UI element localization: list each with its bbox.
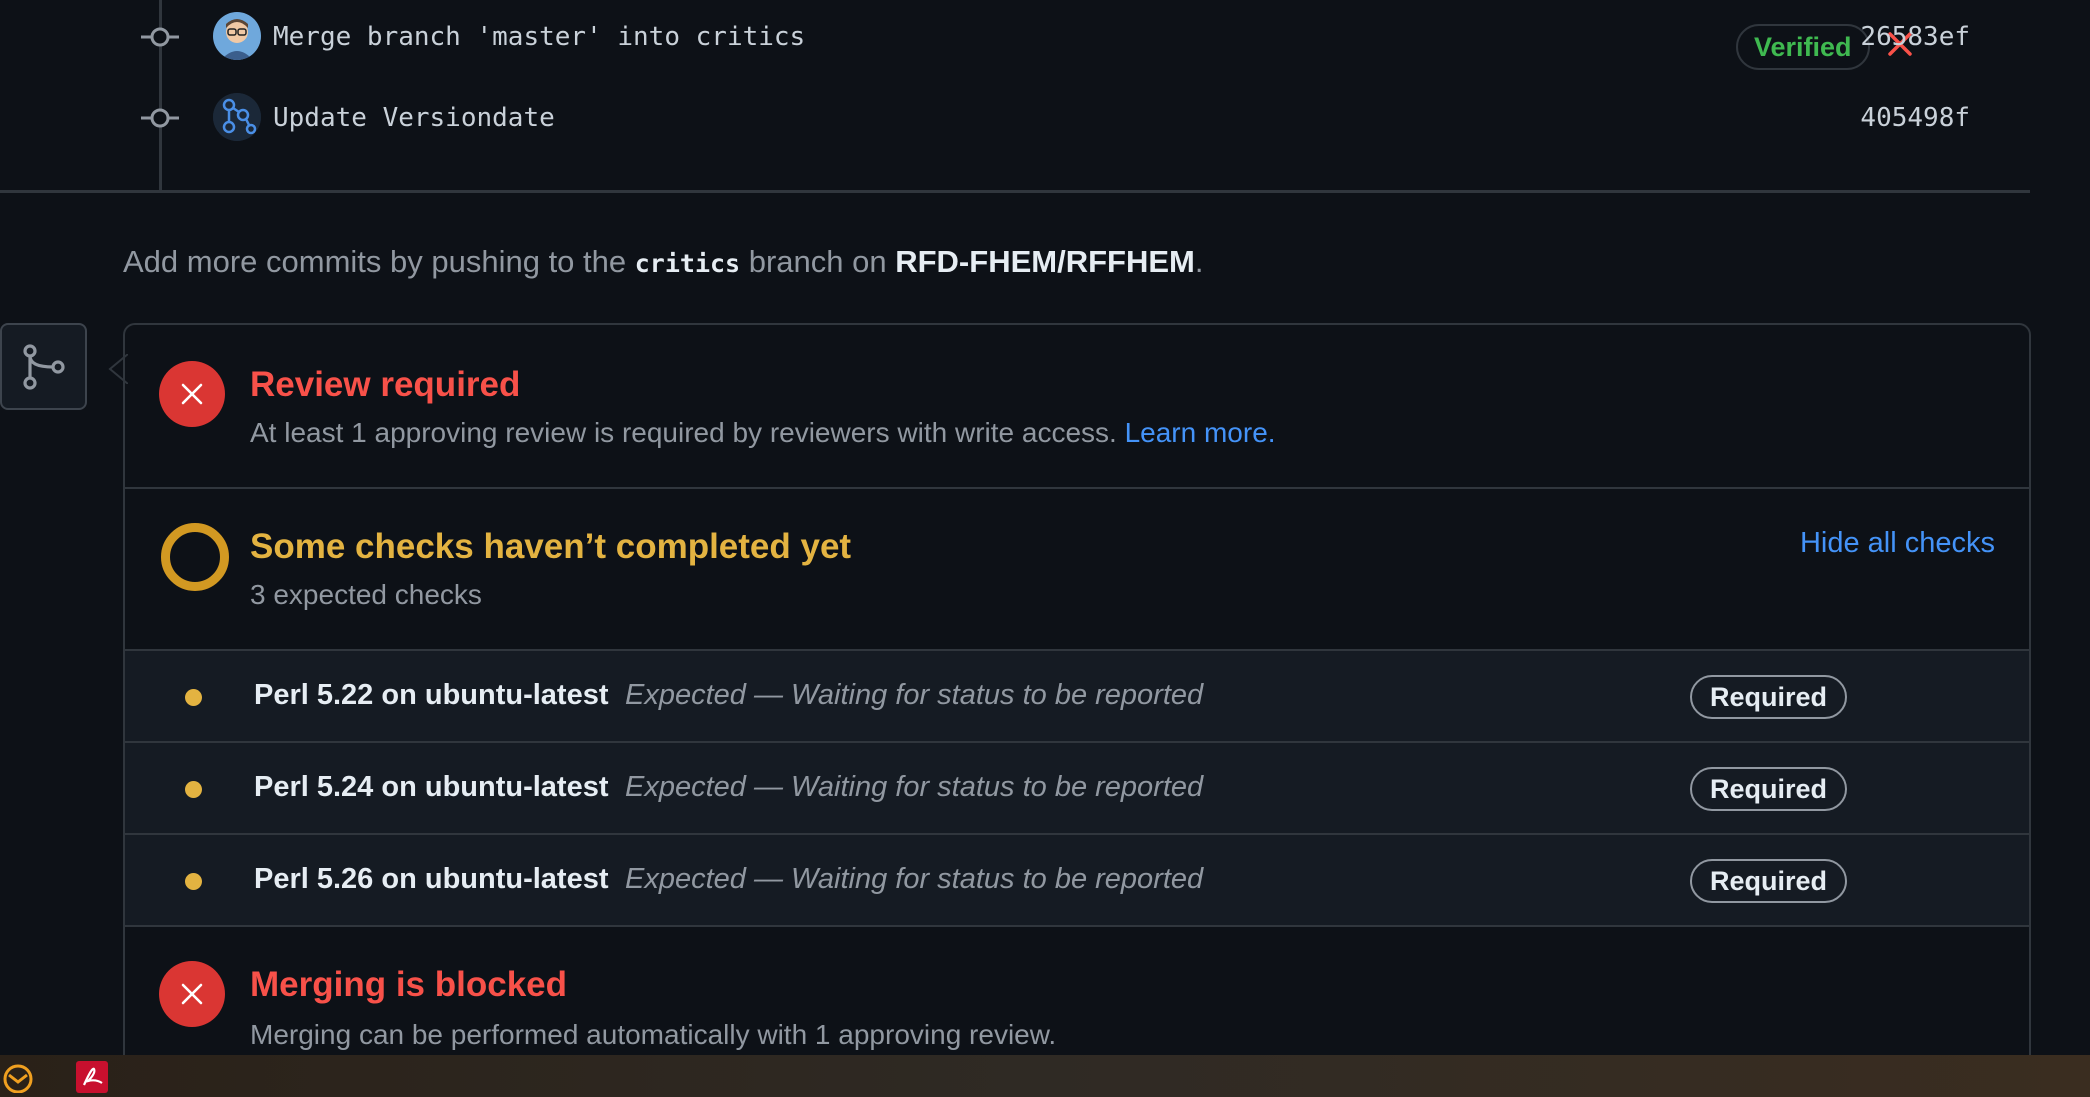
- author-avatar[interactable]: [213, 12, 261, 60]
- pending-dot-icon: [185, 873, 202, 890]
- required-badge: Required: [1690, 859, 1848, 903]
- commit-row[interactable]: Update Versiondate 405498f: [0, 89, 2030, 149]
- commit-row[interactable]: Merge branch 'master' into critics Verif…: [0, 8, 2030, 70]
- merge-blocked-icon: [159, 961, 225, 1027]
- check-row[interactable]: Perl 5.24 on ubuntu-latest Expected — Wa…: [125, 743, 2029, 835]
- merge-checks-panel: Review required At least 1 approving rev…: [123, 323, 2031, 1097]
- merge-title: Merging is blocked: [250, 965, 567, 1004]
- repo-link[interactable]: RFD-FHEM/RFFHEM: [895, 244, 1195, 279]
- check-row[interactable]: Perl 5.26 on ubuntu-latest Expected — Wa…: [125, 835, 2029, 927]
- required-badge: Required: [1690, 767, 1848, 811]
- review-subtitle: At least 1 approving review is required …: [250, 417, 1276, 449]
- commit-message[interactable]: Merge branch 'master' into critics: [273, 22, 805, 52]
- review-section: Review required At least 1 approving rev…: [125, 325, 2029, 489]
- review-failed-icon: [159, 361, 225, 427]
- check-row[interactable]: Perl 5.22 on ubuntu-latest Expected — Wa…: [125, 651, 2029, 743]
- check-name[interactable]: Perl 5.26 on ubuntu-latest: [254, 863, 609, 896]
- check-name[interactable]: Perl 5.22 on ubuntu-latest: [254, 679, 609, 712]
- review-title: Review required: [250, 365, 521, 404]
- acrobat-icon[interactable]: [76, 1061, 108, 1093]
- push-note-middle: branch on: [740, 244, 896, 279]
- check-description: Expected — Waiting for status to be repo…: [625, 863, 1204, 895]
- push-note-prefix: Add more commits by pushing to the: [123, 244, 635, 279]
- commit-sha[interactable]: 405498f: [1860, 103, 1970, 133]
- outlook-icon[interactable]: [2, 1061, 34, 1093]
- pr-page: Merge branch 'master' into critics Verif…: [0, 0, 2090, 1097]
- author-avatar[interactable]: [213, 93, 261, 141]
- checks-title: Some checks haven’t completed yet: [250, 527, 852, 566]
- x-icon: [181, 383, 203, 405]
- commit-message[interactable]: Update Versiondate: [273, 103, 555, 133]
- pending-status-icon: [161, 523, 229, 591]
- checks-subtitle: 3 expected checks: [250, 579, 482, 610]
- learn-more-link[interactable]: Learn more.: [1125, 417, 1276, 448]
- divider: [0, 190, 2030, 193]
- pending-dot-icon: [185, 689, 202, 706]
- hide-all-checks-link[interactable]: Hide all checks: [1800, 527, 1995, 560]
- review-subtitle-text: At least 1 approving review is required …: [250, 417, 1117, 448]
- push-note-suffix: .: [1194, 244, 1204, 279]
- commit-node-icon: [141, 27, 179, 47]
- commit-sha[interactable]: 26583ef: [1860, 22, 1970, 52]
- git-branch-icon: [23, 344, 65, 390]
- merge-subtitle: Merging can be performed automatically w…: [250, 1019, 1057, 1050]
- taskbar: [0, 1055, 2090, 1097]
- checks-section: Some checks haven’t completed yet 3 expe…: [125, 489, 2029, 651]
- branch-name: critics: [634, 249, 741, 278]
- check-description: Expected — Waiting for status to be repo…: [625, 771, 1204, 803]
- check-name[interactable]: Perl 5.24 on ubuntu-latest: [254, 771, 609, 804]
- push-note: Add more commits by pushing to the criti…: [123, 244, 1203, 280]
- check-description: Expected — Waiting for status to be repo…: [625, 679, 1204, 711]
- x-icon: [181, 983, 203, 1005]
- verified-badge[interactable]: Verified: [1736, 24, 1870, 70]
- commit-node-icon: [141, 108, 179, 128]
- pending-dot-icon: [185, 781, 202, 798]
- git-branch-box: [0, 323, 87, 410]
- required-badge: Required: [1690, 675, 1848, 719]
